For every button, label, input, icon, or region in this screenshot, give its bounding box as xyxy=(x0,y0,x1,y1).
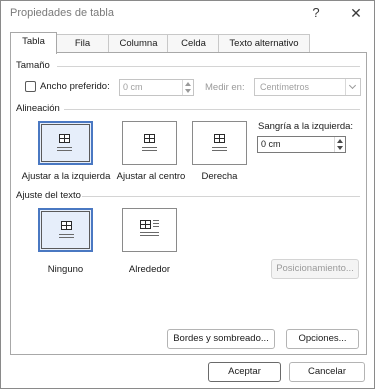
spin-up-icon[interactable] xyxy=(337,139,343,143)
align-center-label: Ajustar al centro xyxy=(116,171,186,182)
wrap-around-label: Alrededor xyxy=(128,264,171,275)
measure-in-dropdown[interactable] xyxy=(345,79,360,95)
indent-label: Sangría a la izquierda: xyxy=(258,121,354,132)
cancel-button[interactable]: Cancelar xyxy=(289,362,365,382)
wrapping-section-label: Ajuste del texto xyxy=(16,190,81,201)
spin-down-icon[interactable] xyxy=(185,89,191,93)
preferred-width-value: 0 cm xyxy=(123,82,143,92)
tab-texto-alternativo[interactable]: Texto alternativo xyxy=(218,34,310,53)
wrap-around-option[interactable] xyxy=(122,208,177,252)
spin-up-icon[interactable] xyxy=(185,82,191,86)
accept-button[interactable]: Aceptar xyxy=(208,362,281,382)
close-icon[interactable]: ✕ xyxy=(347,5,365,21)
preferred-width-field[interactable]: 0 cm xyxy=(119,79,194,96)
dialog-title: Propiedades de tabla xyxy=(10,7,114,19)
measure-in-label: Medir en: xyxy=(205,82,245,93)
preferred-width-spinner[interactable] xyxy=(182,80,193,95)
tab-tabla[interactable]: Tabla xyxy=(10,32,57,54)
size-section-label: Tamaño xyxy=(16,60,50,71)
wrapping-divider xyxy=(82,196,360,197)
measure-in-select[interactable]: Centímetros xyxy=(254,78,361,96)
align-center-option[interactable] xyxy=(122,121,177,165)
indent-spinner[interactable] xyxy=(334,137,345,152)
align-left-label: Ajustar a la izquierda xyxy=(21,171,111,182)
positioning-button[interactable]: Posicionamiento... xyxy=(271,259,359,279)
spin-down-icon[interactable] xyxy=(337,146,343,150)
tab-celda[interactable]: Celda xyxy=(167,34,220,53)
align-right-label: Derecha xyxy=(201,171,238,182)
preferred-width-checkbox[interactable] xyxy=(25,81,36,92)
align-left-option[interactable] xyxy=(38,121,93,165)
title-bar: Propiedades de tabla ? ✕ xyxy=(1,1,374,27)
tab-fila[interactable]: Fila xyxy=(55,34,110,53)
tab-columna[interactable]: Columna xyxy=(108,34,169,53)
tab-panel: Tamaño Ancho preferido: 0 cm Medir en: C… xyxy=(10,52,367,355)
preferred-width-label: Ancho preferido: xyxy=(40,81,110,92)
align-right-option[interactable] xyxy=(192,121,247,165)
indent-value: 0 cm xyxy=(261,139,281,149)
options-button[interactable]: Opciones... xyxy=(286,329,359,349)
indent-field[interactable]: 0 cm xyxy=(257,136,346,153)
alignment-divider xyxy=(64,109,360,110)
tab-strip: Tabla Fila Columna Celda Texto alternati… xyxy=(10,32,365,54)
chevron-down-icon xyxy=(348,81,357,90)
measure-in-value: Centímetros xyxy=(260,82,310,92)
wrap-none-option[interactable] xyxy=(38,208,93,252)
wrap-none-label: Ninguno xyxy=(47,264,84,275)
alignment-section-label: Alineación xyxy=(16,103,60,114)
size-divider xyxy=(57,66,360,67)
question-mark-icon[interactable]: ? xyxy=(307,5,325,21)
borders-shading-button[interactable]: Bordes y sombreado... xyxy=(167,329,275,349)
table-properties-dialog: Propiedades de tabla ? ✕ Tabla Fila Colu… xyxy=(0,0,375,389)
